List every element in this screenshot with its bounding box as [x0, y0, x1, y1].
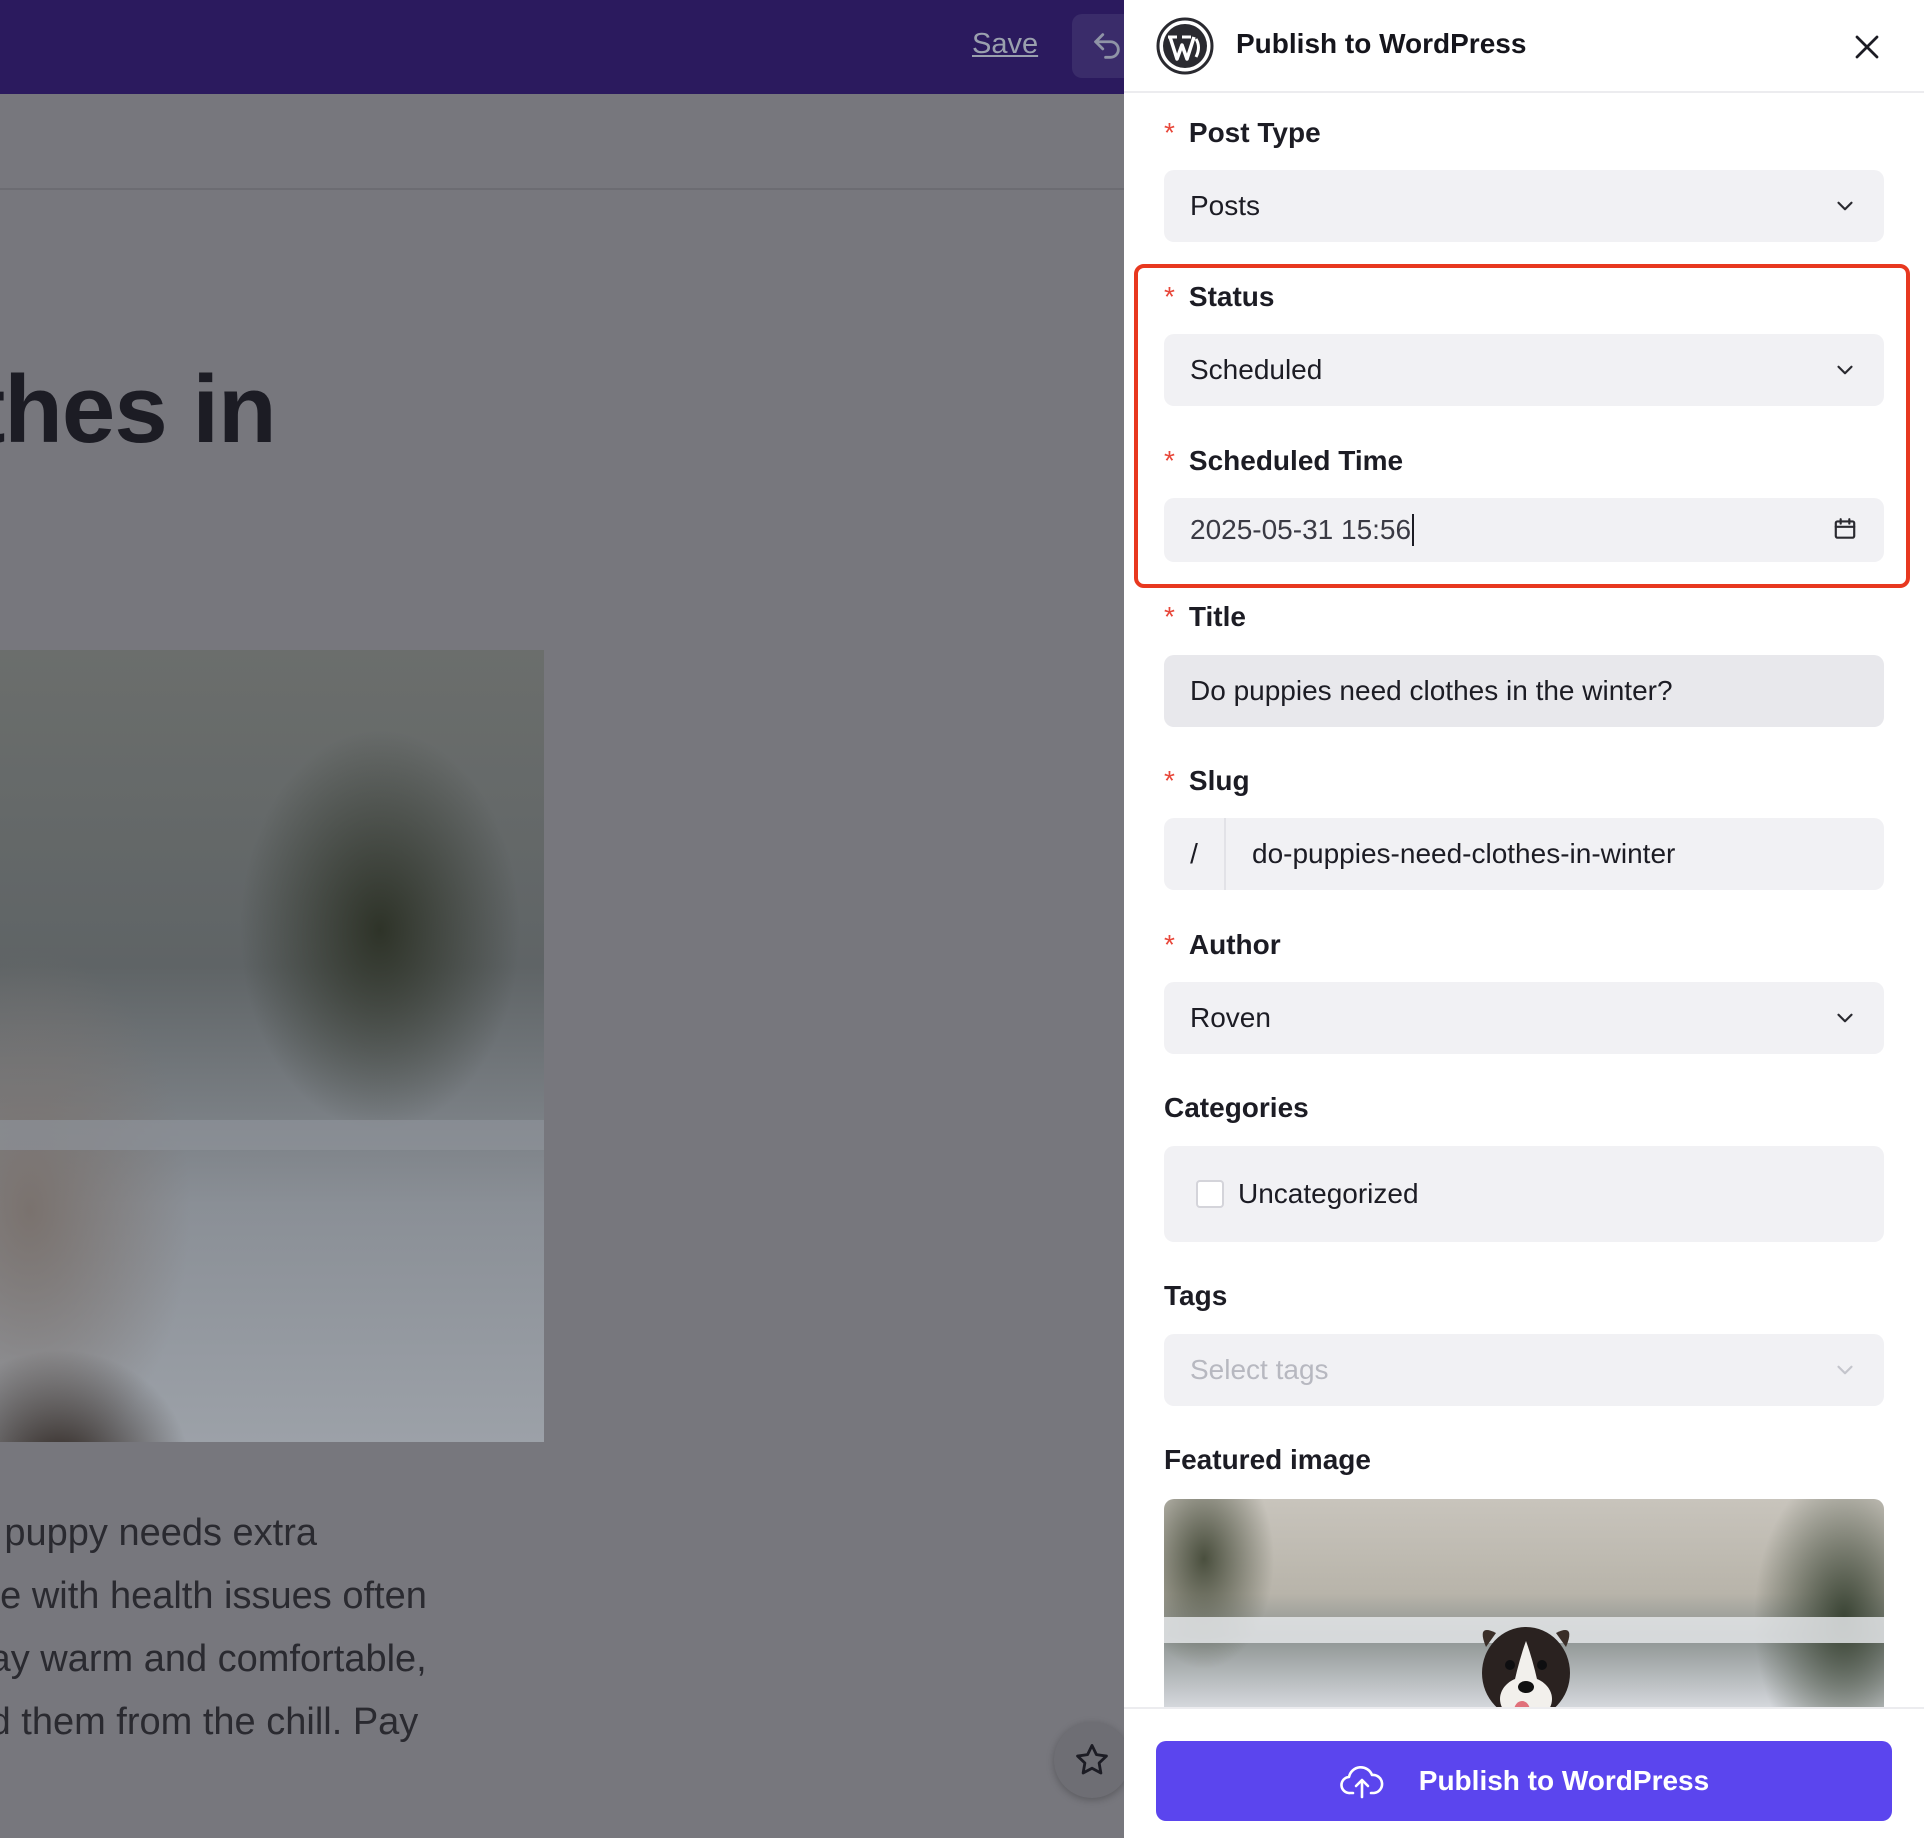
favorite-button[interactable]: [1054, 1722, 1124, 1798]
categories-list: Uncategorized: [1164, 1146, 1884, 1242]
article-line: eld them from the chill. Pay: [0, 1701, 419, 1743]
publish-drawer: Publish to WordPress * Post Type Posts * S…: [1124, 0, 1924, 1838]
title-label-text: Title: [1188, 601, 1246, 632]
chevron-down-icon: [1837, 201, 1853, 211]
image-snow-band: [0, 1120, 544, 1150]
publish-button-label: Publish to WordPress: [1418, 1765, 1710, 1796]
post-type-select[interactable]: Posts: [1164, 170, 1884, 242]
featured-image-label: Featured image: [1164, 1444, 1371, 1475]
chevron-down-icon: [1837, 1013, 1853, 1023]
slug-prefix: /: [1164, 818, 1226, 890]
title-input[interactable]: Do puppies need clothes in the winter?: [1164, 655, 1884, 727]
scheduled-time-value: 2025-05-31 15:56: [1190, 514, 1415, 546]
slug-label-text: Slug: [1188, 765, 1250, 796]
article-image: [0, 650, 544, 1442]
category-option-uncategorized[interactable]: Uncategorized: [1238, 1178, 1419, 1210]
article-body: ur puppy needs extra ose with health iss…: [0, 1502, 520, 1754]
article-line: ur puppy needs extra: [0, 1512, 318, 1554]
publish-button[interactable]: Publish to WordPress: [1156, 1741, 1892, 1821]
tags-label: Tags: [1164, 1280, 1228, 1311]
required-marker: *: [1164, 929, 1175, 960]
scheduled-time-input[interactable]: 2025-05-31 15:56: [1164, 498, 1884, 562]
tags-select[interactable]: Select tags: [1164, 1334, 1884, 1406]
title-label: * Title: [1164, 601, 1246, 633]
chevron-down-icon: [1837, 1365, 1853, 1375]
drawer-title: Publish to WordPress: [1236, 28, 1527, 59]
undo-icon: [1094, 33, 1120, 59]
required-marker: *: [1164, 117, 1175, 148]
slug-label: * Slug: [1164, 765, 1250, 797]
editor-topbar: Save: [0, 0, 1124, 94]
editor-toolbar: [0, 94, 1124, 190]
calendar-icon[interactable]: [1832, 516, 1858, 542]
post-type-label-text: Post Type: [1188, 117, 1321, 148]
post-type-label: * Post Type: [1164, 117, 1321, 149]
categories-label: Categories: [1164, 1092, 1309, 1123]
drawer-header: Publish to WordPress: [1124, 0, 1924, 93]
featured-image-preview[interactable]: [1164, 1499, 1884, 1709]
save-link[interactable]: Save: [972, 28, 1038, 61]
drawer-footer: Publish to WordPress: [1124, 1707, 1924, 1838]
title-value: Do puppies need clothes in the winter?: [1190, 675, 1673, 706]
status-value: Scheduled: [1190, 354, 1323, 385]
star-icon: [1076, 1744, 1108, 1775]
slug-input[interactable]: / do-puppies-need-clothes-in-winter: [1164, 818, 1884, 890]
cloud-upload-icon: [1339, 1765, 1384, 1799]
chevron-down-icon: [1837, 365, 1853, 375]
slug-value: do-puppies-need-clothes-in-winter: [1252, 838, 1676, 869]
wordpress-logo-icon: [1156, 17, 1214, 75]
category-checkbox[interactable]: [1196, 1180, 1224, 1208]
author-select[interactable]: Roven: [1164, 982, 1884, 1054]
required-marker: *: [1164, 601, 1175, 632]
scheduled-time-label: * Scheduled Time: [1164, 445, 1403, 477]
status-label: * Status: [1164, 281, 1274, 313]
editor-background: Save lothes in ur puppy needs extra ose …: [0, 0, 1124, 1838]
required-marker: *: [1164, 281, 1175, 312]
scheduled-time-label-text: Scheduled Time: [1188, 445, 1404, 476]
author-label-text: Author: [1188, 929, 1281, 960]
undo-button[interactable]: [1072, 14, 1124, 78]
required-marker: *: [1164, 445, 1175, 476]
article-title: lothes in: [0, 356, 277, 463]
close-icon: [1855, 35, 1879, 59]
status-label-text: Status: [1188, 281, 1275, 312]
puppy-image: [1482, 1627, 1570, 1709]
article-line: ose with health issues often: [0, 1575, 427, 1617]
post-type-value: Posts: [1190, 190, 1261, 221]
close-button[interactable]: [1844, 24, 1890, 70]
author-label: * Author: [1164, 929, 1281, 961]
article-line: stay warm and comfortable,: [0, 1638, 427, 1680]
required-marker: *: [1164, 765, 1175, 796]
author-value: Roven: [1190, 1002, 1271, 1033]
status-select[interactable]: Scheduled: [1164, 334, 1884, 406]
tags-placeholder: Select tags: [1190, 1354, 1329, 1385]
